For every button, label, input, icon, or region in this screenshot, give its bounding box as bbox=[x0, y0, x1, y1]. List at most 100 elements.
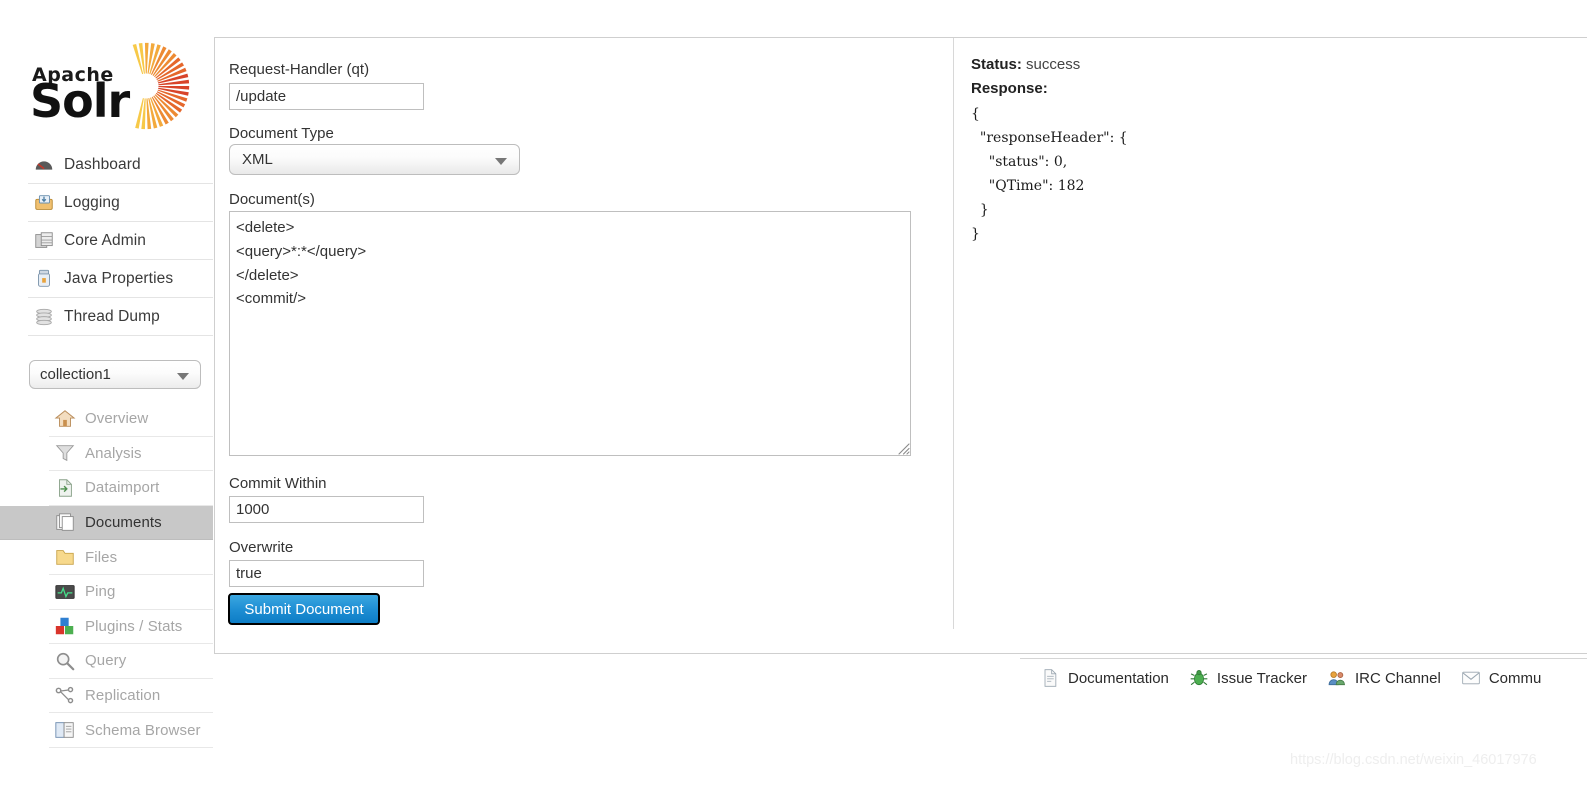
footer-link-label: Documentation bbox=[1068, 669, 1169, 687]
files-folder-icon bbox=[54, 546, 76, 568]
status-label: Status: bbox=[971, 56, 1022, 73]
submit-document-button[interactable]: Submit Document bbox=[228, 593, 380, 625]
core-admin-database-icon bbox=[35, 231, 53, 248]
envelope-icon bbox=[1461, 668, 1481, 688]
logging-tray-icon bbox=[33, 192, 55, 214]
sidebar-item-schema-browser[interactable]: Schema Browser bbox=[49, 713, 213, 748]
sidebar-item-ping[interactable]: Ping bbox=[49, 575, 213, 610]
watermark: https://blog.csdn.net/weixin_46017976 bbox=[1290, 752, 1537, 768]
sidebar-item-dashboard[interactable]: Dashboard bbox=[28, 146, 213, 184]
dataimport-file-icon bbox=[59, 479, 72, 497]
status-line: Status: success bbox=[971, 53, 1551, 77]
status-value: success bbox=[1026, 56, 1081, 73]
solr-admin-page: Apache Solr Dashboard Logging Core Admin Ja… bbox=[0, 0, 1587, 788]
documents-pages-icon bbox=[56, 512, 74, 531]
core-admin-database-icon bbox=[33, 230, 55, 252]
sidebar-item-replication[interactable]: Replication bbox=[49, 679, 213, 714]
sidebar-item-analysis[interactable]: Analysis bbox=[49, 437, 213, 472]
logo-solr-text: Solr bbox=[30, 74, 130, 128]
main-navigation: Dashboard Logging Core Admin Java Propertie… bbox=[28, 146, 213, 336]
replication-nodes-icon bbox=[54, 685, 76, 707]
documents-label: Document(s) bbox=[229, 191, 315, 208]
sidebar-item-java-properties[interactable]: Java Properties bbox=[28, 260, 213, 298]
sidebar-item-label: Dataimport bbox=[85, 479, 160, 497]
people-group-icon bbox=[1328, 671, 1345, 686]
sidebar-item-label: Plugins / Stats bbox=[85, 617, 183, 635]
dataimport-file-icon bbox=[54, 477, 76, 499]
files-folder-icon bbox=[56, 550, 74, 565]
sidebar-item-label: Replication bbox=[85, 687, 161, 705]
response-json: { "responseHeader": { "status": 0, "QTim… bbox=[971, 106, 1128, 242]
logging-tray-icon bbox=[35, 194, 53, 210]
sidebar-item-core-admin[interactable]: Core Admin bbox=[28, 222, 213, 260]
sidebar-item-label: Schema Browser bbox=[85, 721, 201, 739]
dashboard-gauge-icon bbox=[33, 154, 55, 176]
footer-link-documentation[interactable]: Documentation bbox=[1040, 668, 1169, 688]
bug-icon bbox=[1190, 670, 1208, 686]
document-page-icon bbox=[1040, 668, 1060, 688]
query-magnifier-icon bbox=[56, 652, 75, 671]
sidebar-item-files[interactable]: Files bbox=[49, 540, 213, 575]
sidebar-item-dataimport[interactable]: Dataimport bbox=[49, 471, 213, 506]
java-properties-jar-icon bbox=[38, 269, 50, 287]
documents-textarea[interactable] bbox=[229, 211, 911, 456]
query-magnifier-icon bbox=[54, 650, 76, 672]
sidebar-item-overview[interactable]: Overview bbox=[49, 402, 213, 437]
commit-within-input[interactable] bbox=[229, 496, 424, 523]
sidebar-item-label: Documents bbox=[85, 514, 162, 532]
document-type-select[interactable]: XML bbox=[229, 144, 520, 175]
overwrite-input[interactable] bbox=[229, 560, 424, 587]
sidebar-item-label: Query bbox=[85, 652, 127, 670]
sidebar-item-logging[interactable]: Logging bbox=[28, 184, 213, 222]
response-label: Response: bbox=[971, 80, 1048, 97]
schema-book-icon bbox=[54, 719, 76, 741]
chevron-down-icon bbox=[495, 158, 507, 165]
plugins-blocks-icon bbox=[54, 615, 76, 637]
sidebar-item-query[interactable]: Query bbox=[49, 644, 213, 679]
footer-link-commu[interactable]: Commu bbox=[1461, 668, 1541, 688]
chevron-down-icon bbox=[177, 373, 189, 380]
document-type-label: Document Type bbox=[229, 125, 334, 142]
overwrite-label: Overwrite bbox=[229, 539, 294, 556]
core-navigation: Overview Analysis Dataimport Documents Files… bbox=[0, 402, 213, 748]
thread-dump-stack-icon bbox=[36, 308, 52, 325]
thread-dump-stack-icon bbox=[33, 306, 55, 328]
sidebar-item-label: Java Properties bbox=[64, 269, 174, 287]
schema-book-icon bbox=[55, 722, 74, 738]
sidebar-item-label: Files bbox=[85, 548, 118, 566]
request-handler-input[interactable] bbox=[229, 83, 424, 110]
document-type-value: XML bbox=[242, 151, 273, 168]
sidebar-item-label: Dashboard bbox=[64, 155, 141, 173]
sidebar-item-label: Thread Dump bbox=[64, 307, 160, 325]
sidebar-item-plugins-stats[interactable]: Plugins / Stats bbox=[49, 610, 213, 645]
overview-home-icon bbox=[54, 409, 76, 427]
commit-within-label: Commit Within bbox=[229, 475, 327, 492]
collection-select-value: collection1 bbox=[40, 366, 111, 383]
sidebar-item-thread-dump[interactable]: Thread Dump bbox=[28, 298, 213, 336]
footer-link-issue-tracker[interactable]: Issue Tracker bbox=[1189, 668, 1307, 688]
bug-icon bbox=[1189, 668, 1209, 688]
response-panel: Status: success Response: { "responseHea… bbox=[971, 53, 1551, 246]
collection-select[interactable]: collection1 bbox=[29, 360, 201, 389]
document-page-icon bbox=[1044, 669, 1057, 687]
sidebar-item-label: Core Admin bbox=[64, 231, 146, 249]
plugins-blocks-icon bbox=[55, 618, 74, 635]
ping-monitor-icon bbox=[54, 581, 76, 603]
documents-pages-icon bbox=[54, 512, 76, 534]
people-group-icon bbox=[1327, 668, 1347, 688]
solr-logo[interactable]: Apache Solr bbox=[30, 38, 195, 130]
footer-link-label: Issue Tracker bbox=[1216, 669, 1307, 687]
analysis-funnel-icon bbox=[55, 445, 75, 462]
sidebar-item-label: Analysis bbox=[85, 444, 142, 462]
sidebar: Apache Solr Dashboard Logging Core Admin Ja… bbox=[0, 0, 213, 788]
footer-link-irc-channel[interactable]: IRC Channel bbox=[1327, 668, 1441, 688]
sidebar-item-documents[interactable]: Documents bbox=[0, 505, 213, 541]
overview-home-icon bbox=[54, 408, 76, 430]
analysis-funnel-icon bbox=[54, 442, 76, 464]
java-properties-jar-icon bbox=[33, 268, 55, 290]
footer-link-label: IRC Channel bbox=[1354, 669, 1441, 687]
dashboard-gauge-icon bbox=[35, 160, 53, 170]
sidebar-item-label: Ping bbox=[85, 583, 116, 601]
footer-links: Documentation Issue Tracker IRC Channel Com… bbox=[1020, 658, 1587, 697]
ping-monitor-icon bbox=[55, 584, 75, 599]
